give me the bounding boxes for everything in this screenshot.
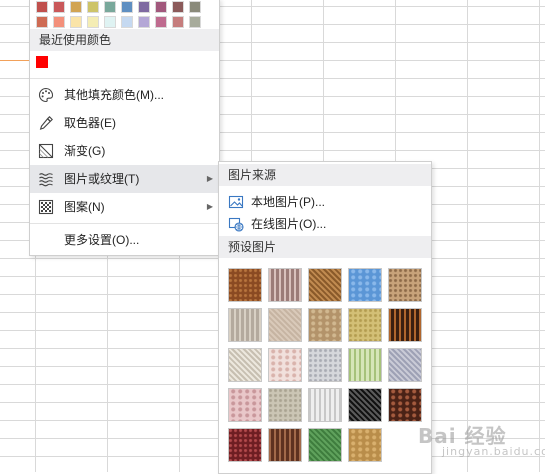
more-settings-item[interactable]: 更多设置(O)... (30, 226, 219, 254)
theme-color-row-1 (36, 1, 201, 13)
texture-preset-tan-weave[interactable] (348, 428, 382, 462)
recent-color-swatch[interactable] (36, 56, 48, 68)
texture-preset-beige-fabric[interactable] (268, 388, 302, 422)
submenu-arrow-icon: ▶ (206, 202, 213, 211)
picture-source-header: 图片来源 (219, 164, 431, 186)
texture-preset-gold-sand[interactable] (348, 308, 382, 342)
color-swatch[interactable] (104, 16, 116, 28)
texture-icon (39, 173, 53, 187)
texture-preset-gray-granite[interactable] (228, 308, 262, 342)
texture-preset-gray-stripes[interactable] (308, 348, 342, 382)
online-picture-label: 在线图片(O)... (251, 217, 327, 231)
eyedropper-icon (39, 116, 53, 130)
color-swatch[interactable] (189, 16, 201, 28)
color-swatch[interactable] (87, 1, 99, 13)
cell-selection-border (0, 60, 30, 61)
texture-preset-dark-floral[interactable] (388, 388, 422, 422)
color-swatch[interactable] (36, 1, 48, 13)
texture-preset-recycled-paper[interactable] (308, 308, 342, 342)
picture-texture-submenu: 图片来源 本地图片(P)... 在线图片(O)... 预设图片 (218, 161, 432, 474)
color-swatch[interactable] (189, 1, 201, 13)
color-swatch[interactable] (104, 1, 116, 13)
texture-preset-pink-plaid[interactable] (228, 388, 262, 422)
fill-color-menu: 最近使用颜色 其他填充颜色(M)... 取色器(E) 渐变(G) 图片或纹理(T… (29, 0, 220, 256)
texture-preset-brown-cork[interactable] (228, 268, 262, 302)
color-swatch[interactable] (155, 1, 167, 13)
texture-preset-pale-wood[interactable] (268, 308, 302, 342)
pattern-label: 图案(N) (64, 200, 105, 214)
texture-preset-woven-mat[interactable] (308, 268, 342, 302)
color-swatch[interactable] (87, 16, 99, 28)
theme-color-row-2 (36, 16, 201, 28)
online-image-icon (228, 217, 244, 232)
texture-preset-water-blue[interactable] (348, 268, 382, 302)
palette-icon (38, 87, 54, 103)
texture-preset-green-check[interactable] (348, 348, 382, 382)
texture-preset-white-speckle[interactable] (308, 388, 342, 422)
gradient-label: 渐变(G) (64, 144, 106, 158)
color-swatch[interactable] (53, 1, 65, 13)
gradient-item[interactable]: 渐变(G) (30, 137, 219, 165)
picture-or-texture-label: 图片或纹理(T) (64, 172, 140, 186)
local-picture-item[interactable]: 本地图片(P)... (219, 191, 431, 213)
more-settings-label: 更多设置(O)... (64, 233, 140, 247)
texture-preset-maroon-floral[interactable] (228, 428, 262, 462)
eyedropper-item[interactable]: 取色器(E) (30, 109, 219, 137)
color-swatch[interactable] (138, 1, 150, 13)
menu-divider (30, 223, 219, 224)
color-swatch[interactable] (172, 1, 184, 13)
texture-preset-leopard-dots[interactable] (388, 308, 422, 342)
color-swatch[interactable] (138, 16, 150, 28)
more-fill-colors-label: 其他填充颜色(M)... (64, 88, 164, 102)
color-swatch[interactable] (172, 16, 184, 28)
pattern-item[interactable]: 图案(N) ▶ (30, 193, 219, 221)
texture-preset-black-speckle[interactable] (348, 388, 382, 422)
submenu-arrow-icon: ▶ (206, 174, 213, 183)
color-swatch[interactable] (121, 1, 133, 13)
watermark-sub: jingyan.baidu.com (442, 445, 545, 458)
texture-preset-granite-pink[interactable] (268, 268, 302, 302)
color-swatch[interactable] (53, 16, 65, 28)
menu-divider (30, 78, 219, 79)
texture-preset-white-marble[interactable] (228, 348, 262, 382)
texture-preset-green-felt[interactable] (308, 428, 342, 462)
pattern-icon (38, 199, 54, 215)
color-swatch[interactable] (36, 16, 48, 28)
texture-preset-brown-granite[interactable] (268, 428, 302, 462)
picture-or-texture-item[interactable]: 图片或纹理(T) ▶ (30, 165, 219, 193)
eyedropper-label: 取色器(E) (64, 116, 116, 130)
gradient-icon (38, 143, 54, 159)
online-picture-item[interactable]: 在线图片(O)... (219, 213, 431, 235)
color-swatch[interactable] (121, 16, 133, 28)
baidu-watermark: Bai 经验 jingyan.baidu.com (418, 420, 545, 458)
color-swatch[interactable] (70, 1, 82, 13)
more-fill-colors-item[interactable]: 其他填充颜色(M)... (30, 81, 219, 109)
preset-texture-grid (228, 268, 422, 462)
preset-pictures-header: 预设图片 (219, 236, 431, 258)
texture-preset-pink-stripes[interactable] (268, 348, 302, 382)
color-swatch[interactable] (70, 16, 82, 28)
color-swatch[interactable] (155, 16, 167, 28)
recent-colors-header: 最近使用颜色 (30, 29, 219, 51)
texture-preset-sand-speckle[interactable] (388, 268, 422, 302)
texture-preset-blue-weave[interactable] (388, 348, 422, 382)
local-picture-label: 本地图片(P)... (251, 195, 325, 209)
image-icon (228, 195, 244, 209)
